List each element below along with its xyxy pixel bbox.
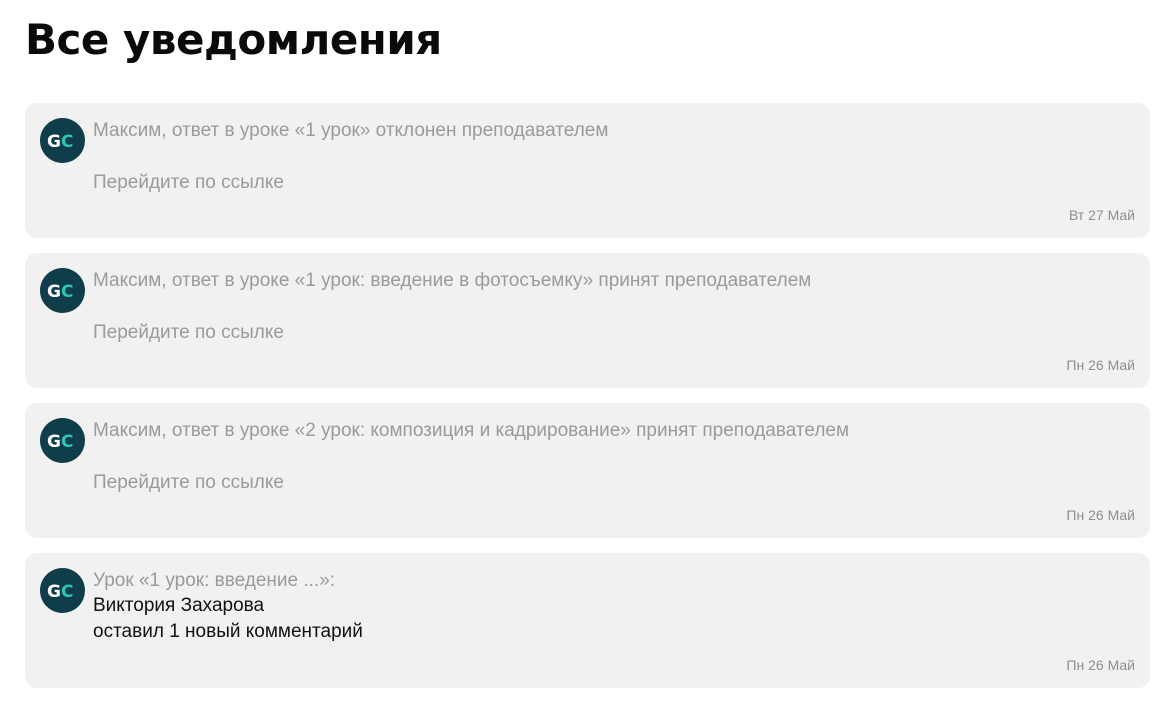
svg-text:C: C bbox=[61, 282, 73, 302]
notification-card[interactable]: G C Максим, ответ в уроке «1 урок» откло… bbox=[25, 103, 1150, 238]
gc-logo-icon: G C bbox=[40, 118, 85, 163]
svg-text:C: C bbox=[61, 582, 73, 602]
svg-text:G: G bbox=[47, 432, 61, 452]
notification-date: Пн 26 Май bbox=[1066, 507, 1135, 523]
gc-logo-icon: G C bbox=[40, 268, 85, 313]
notification-link[interactable]: Перейдите по ссылке bbox=[93, 321, 284, 345]
notification-date: Вт 27 Май bbox=[1068, 207, 1135, 223]
comment-author: Виктория Захарова bbox=[93, 595, 265, 616]
svg-text:C: C bbox=[61, 432, 73, 452]
notification-title: Максим, ответ в уроке «1 урок: введение … bbox=[93, 270, 812, 291]
notification-date: Пн 26 Май bbox=[1066, 657, 1135, 673]
notification-title: Максим, ответ в уроке «1 урок» отклонен … bbox=[93, 120, 609, 141]
comment-text: оставил 1 новый комментарий bbox=[93, 621, 363, 642]
notification-card[interactable]: G C Максим, ответ в уроке «2 урок: компо… bbox=[25, 403, 1150, 538]
svg-text:C: C bbox=[61, 132, 73, 152]
gc-logo-icon: G C bbox=[40, 568, 85, 613]
notification-link[interactable]: Перейдите по ссылке bbox=[93, 471, 284, 495]
notification-link[interactable]: Перейдите по ссылке bbox=[93, 171, 284, 195]
page-title: Все уведомления bbox=[25, 15, 442, 64]
notification-card[interactable]: G C Урок «1 урок: введение ...»: Виктори… bbox=[25, 553, 1150, 688]
svg-text:G: G bbox=[47, 132, 61, 152]
notification-title: Урок «1 урок: введение ...»: bbox=[93, 570, 336, 591]
notification-title: Максим, ответ в уроке «2 урок: композици… bbox=[93, 420, 850, 441]
gc-logo-icon: G C bbox=[40, 418, 85, 463]
svg-text:G: G bbox=[47, 582, 61, 602]
notification-card[interactable]: G C Максим, ответ в уроке «1 урок: введе… bbox=[25, 253, 1150, 388]
notification-date: Пн 26 Май bbox=[1066, 357, 1135, 373]
svg-text:G: G bbox=[47, 282, 61, 302]
notification-list: G C Максим, ответ в уроке «1 урок» откло… bbox=[25, 103, 1150, 703]
